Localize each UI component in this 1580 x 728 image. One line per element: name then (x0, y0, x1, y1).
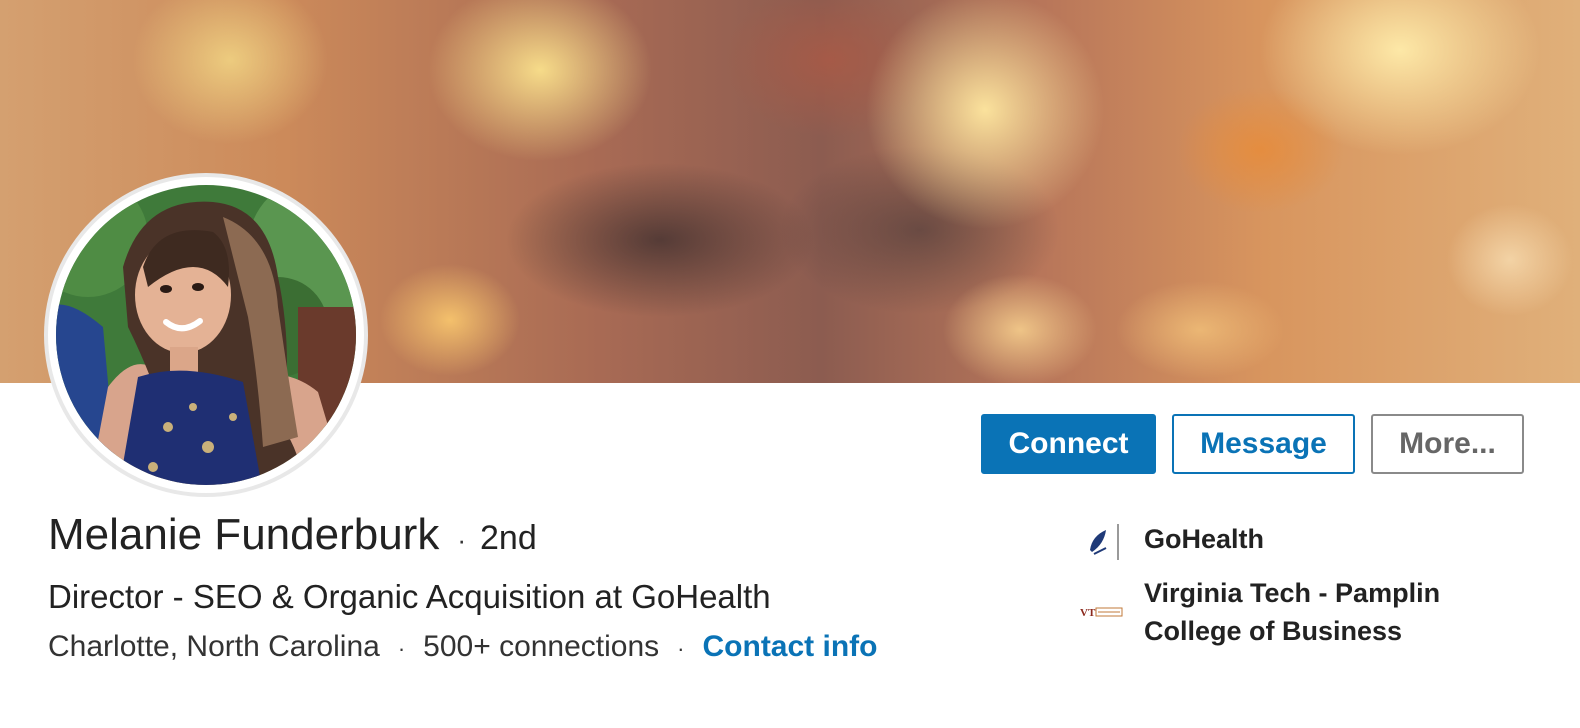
profile-meta: Charlotte, North Carolina · 500+ connect… (48, 630, 1028, 664)
profile-name: Melanie Funderburk (48, 510, 440, 559)
profile-avatar[interactable] (48, 177, 364, 493)
separator-dot: · (397, 636, 406, 661)
message-button[interactable]: Message (1172, 414, 1355, 474)
profile-info: Melanie Funderburk · 2nd Director - SEO … (48, 510, 1028, 664)
profile-location: Charlotte, North Carolina (48, 630, 380, 663)
separator-dot: · (457, 525, 466, 555)
virginia-tech-logo-icon: VT (1080, 590, 1124, 634)
more-button[interactable]: More... (1371, 414, 1524, 474)
contact-info-link[interactable]: Contact info (703, 630, 878, 664)
side-item-label: Virginia Tech - Pamplin College of Busin… (1144, 578, 1441, 646)
svg-text:VT: VT (1080, 607, 1096, 619)
gohealth-logo-icon (1080, 520, 1124, 564)
avatar-photo (56, 185, 356, 485)
name-row: Melanie Funderburk · 2nd (48, 510, 1028, 572)
profile-headline: Director - SEO & Organic Acquisition at … (48, 578, 771, 615)
profile-actions: Connect Message More... (981, 414, 1524, 474)
side-item-company[interactable]: GoHealth (1080, 520, 1540, 564)
connect-button[interactable]: Connect (981, 414, 1156, 474)
profile-connections: 500+ connections (423, 630, 660, 663)
side-item-label: GoHealth (1144, 524, 1265, 554)
connection-degree: 2nd (480, 519, 537, 557)
separator-dot: · (677, 636, 685, 661)
profile-card: Connect Message More... Melanie Funderbu… (0, 0, 1580, 728)
side-item-school[interactable]: VT Virginia Tech - Pamplin College of Bu… (1080, 574, 1540, 650)
profile-side-list: GoHealth VT Virginia Tech - Pamplin Coll… (1080, 520, 1540, 650)
